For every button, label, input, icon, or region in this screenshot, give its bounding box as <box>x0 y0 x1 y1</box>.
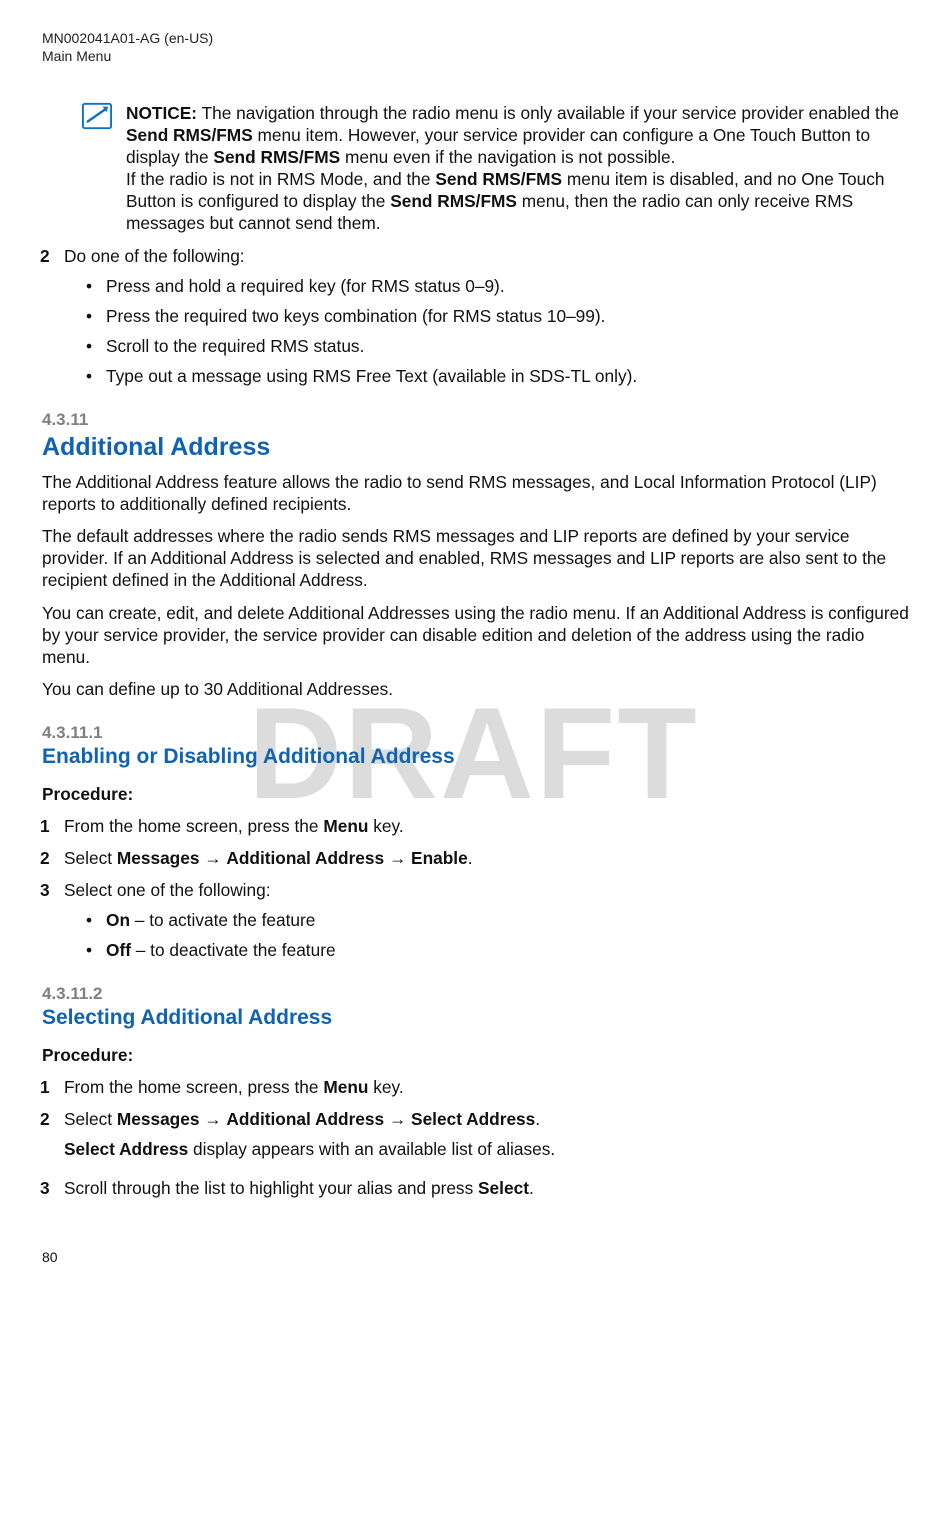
arrow-icon: → <box>384 1109 411 1129</box>
proc2-step1: 1 From the home screen, press the Menu k… <box>64 1076 909 1098</box>
notice-b2: Send RMS/FMS <box>213 147 340 167</box>
t: . <box>529 1178 534 1198</box>
b: Messages <box>117 848 200 868</box>
list-item: Press and hold a required key (for RMS s… <box>86 275 909 297</box>
para: The default addresses where the radio se… <box>42 525 909 591</box>
list-item: Press the required two keys combination … <box>86 305 909 327</box>
step-num: 2 <box>40 847 50 869</box>
procedure-label: Procedure: <box>42 783 909 805</box>
list-item: Type out a message using RMS Free Text (… <box>86 365 909 387</box>
t: – to activate the feature <box>130 910 315 930</box>
b: Select Address <box>411 1109 535 1129</box>
arrow-icon: → <box>199 1109 226 1129</box>
t: Select one of the following: <box>64 880 271 900</box>
t: key. <box>368 816 403 836</box>
proc1-step1: 1 From the home screen, press the Menu k… <box>64 815 909 837</box>
page-header: MN002041A01-AG (en-US) Main Menu <box>42 30 909 66</box>
arrow-icon: → <box>199 848 226 868</box>
section-number: 4.3.11 <box>42 409 909 431</box>
section-title-enable-disable: Enabling or Disabling Additional Address <box>42 744 909 771</box>
notice-b1: Send RMS/FMS <box>126 125 253 145</box>
b: Additional Address <box>226 848 384 868</box>
proc2-step2: 2 Select Messages → Additional Address →… <box>64 1108 909 1160</box>
step-num: 1 <box>40 815 50 837</box>
section-number: 4.3.11.2 <box>42 983 909 1005</box>
step-text: Do one of the following: <box>64 246 245 266</box>
b: Messages <box>117 1109 200 1129</box>
b: Menu <box>323 1077 368 1097</box>
arrow-icon: → <box>384 848 411 868</box>
notice-t1c: menu even if the navigation is not possi… <box>340 147 675 167</box>
step-num: 3 <box>40 879 50 901</box>
para: You can create, edit, and delete Additio… <box>42 602 909 668</box>
t: key. <box>368 1077 403 1097</box>
list-item: Off – to deactivate the feature <box>86 939 909 961</box>
list-item: Scroll to the required RMS status. <box>86 335 909 357</box>
b: Menu <box>323 816 368 836</box>
t: From the home screen, press the <box>64 1077 323 1097</box>
page-number: 80 <box>42 1249 909 1267</box>
step-num: 2 <box>40 245 50 267</box>
substep: Select Address display appears with an a… <box>64 1138 909 1160</box>
section-title-additional-address: Additional Address <box>42 431 909 463</box>
t: Select <box>64 848 117 868</box>
notice-b4: Send RMS/FMS <box>390 191 517 211</box>
b: Off <box>106 940 131 960</box>
t: Scroll through the list to highlight you… <box>64 1178 478 1198</box>
para: You can define up to 30 Additional Addre… <box>42 678 909 700</box>
step-num: 2 <box>40 1108 50 1130</box>
notice-text: NOTICE: The navigation through the radio… <box>126 102 909 235</box>
b: Enable <box>411 848 468 868</box>
proc1-step2: 2 Select Messages → Additional Address →… <box>64 847 909 869</box>
step-2: 2 Do one of the following: Press and hol… <box>64 245 909 388</box>
section-number: 4.3.11.1 <box>42 722 909 744</box>
proc1-step3: 3 Select one of the following: On – to a… <box>64 879 909 961</box>
step-num: 1 <box>40 1076 50 1098</box>
procedure-label: Procedure: <box>42 1044 909 1066</box>
b: Select <box>478 1178 529 1198</box>
notice-t1a: The navigation through the radio menu is… <box>197 103 899 123</box>
para: The Additional Address feature allows th… <box>42 471 909 515</box>
b: Additional Address <box>226 1109 384 1129</box>
notice-b3: Send RMS/FMS <box>435 169 562 189</box>
list-item: On – to activate the feature <box>86 909 909 931</box>
notice-block: NOTICE: The navigation through the radio… <box>82 102 909 235</box>
doc-id: MN002041A01-AG (en-US) <box>42 30 909 48</box>
b: Select Address <box>64 1139 188 1159</box>
notice-t2a: If the radio is not in RMS Mode, and the <box>126 169 435 189</box>
t: – to deactivate the feature <box>131 940 336 960</box>
step-num: 3 <box>40 1177 50 1199</box>
notice-icon <box>82 102 112 130</box>
proc2-step3: 3 Scroll through the list to highlight y… <box>64 1177 909 1199</box>
t: . <box>468 848 473 868</box>
b: On <box>106 910 130 930</box>
notice-label: NOTICE: <box>126 103 197 123</box>
step2-bullets: Press and hold a required key (for RMS s… <box>86 275 909 388</box>
t: Select <box>64 1109 117 1129</box>
t: . <box>535 1109 540 1129</box>
t: From the home screen, press the <box>64 816 323 836</box>
t: display appears with an available list o… <box>188 1139 555 1159</box>
proc1-bullets: On – to activate the feature Off – to de… <box>86 909 909 961</box>
doc-section: Main Menu <box>42 48 909 66</box>
section-title-select-address: Selecting Additional Address <box>42 1005 909 1032</box>
